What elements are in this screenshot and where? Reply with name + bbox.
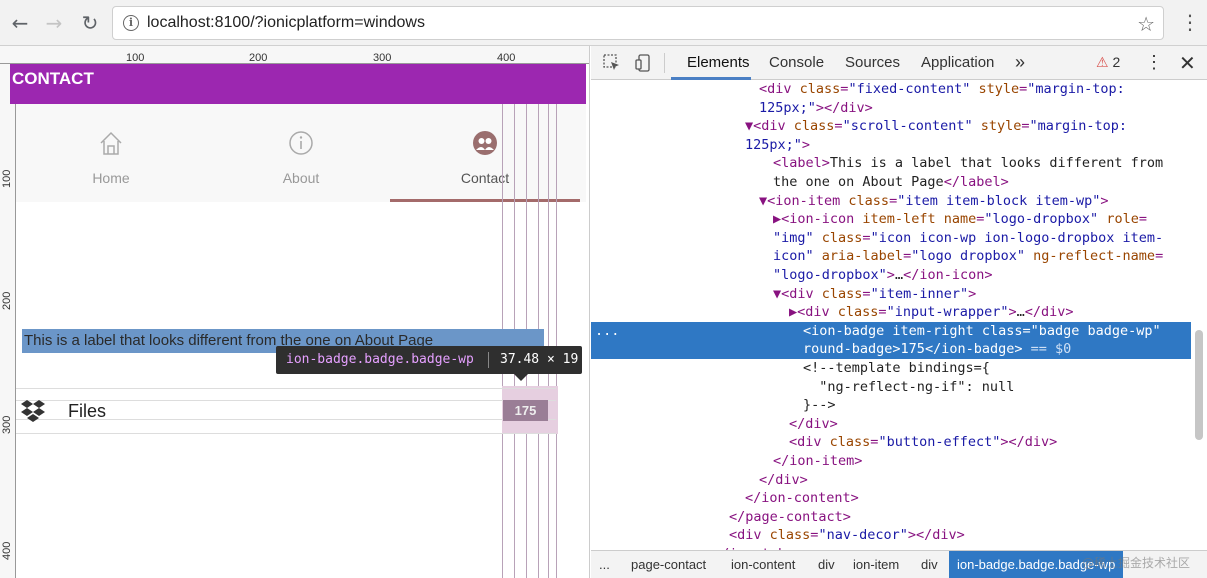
dom-node[interactable]: 125px;"> xyxy=(591,136,1191,155)
browser-menu-icon[interactable]: ⋮ xyxy=(1180,10,1200,34)
home-icon xyxy=(100,131,122,155)
dropbox-icon xyxy=(21,400,45,422)
breadcrumb-item[interactable]: div xyxy=(921,557,938,572)
dom-node[interactable]: </div> xyxy=(591,471,1191,490)
dom-node[interactable]: </page-contact> xyxy=(591,508,1191,527)
breadcrumb-item[interactable]: div xyxy=(818,557,835,572)
tooltip-selector: ion-badge.badge.badge-wp xyxy=(286,352,474,367)
breadcrumb-item[interactable]: ion-content xyxy=(731,557,795,572)
inspector-guide xyxy=(548,104,549,578)
dom-node[interactable]: <!--template bindings={ xyxy=(591,359,1191,378)
dom-node[interactable]: ▶<ion-icon item-left name="logo-dropbox"… xyxy=(591,210,1191,229)
dom-node[interactable]: "img" class="icon icon-wp ion-logo-dropb… xyxy=(591,229,1191,248)
item-label: Files xyxy=(68,401,107,421)
dom-node-selected[interactable]: round-badge>175</ion-badge> == $0 xyxy=(591,340,1191,359)
ruler-tick: 100 xyxy=(1,169,13,188)
close-icon[interactable]: ✕ xyxy=(1179,51,1196,76)
device-toolbar-icon[interactable] xyxy=(635,54,653,72)
dom-node[interactable]: ▼<ion-item class="item item-block item-w… xyxy=(591,192,1191,211)
toolbar-divider xyxy=(664,53,665,73)
ruler-tick: 300 xyxy=(373,52,392,64)
dom-node[interactable]: <div class="nav-decor"></div> xyxy=(591,526,1191,545)
dom-node-selected[interactable]: <ion-badge item-right class="badge badge… xyxy=(591,321,1191,341)
url-text[interactable]: localhost:8100/?ionicplatform=windows xyxy=(147,14,425,32)
info-icon xyxy=(289,131,313,155)
contacts-icon xyxy=(473,131,497,155)
devtools-toolbar: Elements Console Sources Application » ⚠… xyxy=(591,46,1207,80)
dom-node[interactable]: </div> xyxy=(591,415,1191,434)
dom-node[interactable]: </ion-content> xyxy=(591,489,1191,508)
warnings-indicator[interactable]: ⚠ 2 xyxy=(1096,54,1120,71)
tab-label: Contact xyxy=(460,170,510,186)
dom-node[interactable]: "ng-reflect-ng-if": null xyxy=(591,378,1191,397)
tooltip-size: 37.48 × 19 xyxy=(500,352,579,367)
more-tabs-icon[interactable]: » xyxy=(1015,52,1025,73)
dom-node[interactable]: <label>This is a label that looks differ… xyxy=(591,154,1191,173)
dom-node[interactable]: <div class="button-effect"></div> xyxy=(591,433,1191,452)
warning-count: 2 xyxy=(1112,54,1121,70)
watermark: @稀土掘金技术社区 xyxy=(1082,556,1191,570)
ruler-tick: 400 xyxy=(1,541,13,560)
breadcrumb-item[interactable]: ... xyxy=(599,557,610,572)
tab-sources[interactable]: Sources xyxy=(845,54,900,71)
breadcrumb-item[interactable]: ion-item xyxy=(853,557,899,572)
devtools-menu-icon[interactable]: ⋮ xyxy=(1145,52,1163,73)
dom-node[interactable]: <div class="fixed-content" style="margin… xyxy=(591,80,1191,99)
app-viewport: 100 200 300 400 100 200 300 400 CONTACT … xyxy=(0,46,590,578)
tooltip-divider xyxy=(488,352,489,368)
ruler-tick: 200 xyxy=(1,291,13,310)
ruler-tick: 200 xyxy=(249,52,268,64)
tab-contact[interactable]: Contact xyxy=(390,104,580,202)
forward-arrow-icon[interactable]: → xyxy=(42,11,66,35)
inspect-element-icon[interactable] xyxy=(603,54,621,72)
tab-home[interactable]: Home xyxy=(16,104,206,202)
tab-label: Home xyxy=(92,170,130,186)
tab-elements[interactable]: Elements xyxy=(687,54,750,71)
page-title: CONTACT xyxy=(12,69,94,88)
tab-about[interactable]: About xyxy=(206,104,396,202)
dom-node[interactable]: }--> xyxy=(591,396,1191,415)
tab-label: About xyxy=(282,170,320,186)
selected-node-marker: ... xyxy=(595,322,620,339)
ruler-tick: 100 xyxy=(126,52,145,64)
info-icon[interactable]: i xyxy=(123,15,139,31)
devtools-panel: Elements Console Sources Application » ⚠… xyxy=(591,46,1207,578)
scrollbar[interactable] xyxy=(1195,330,1203,440)
dom-tree[interactable]: <div class="fixed-content" style="margin… xyxy=(591,80,1191,550)
dom-node[interactable]: ▶<div class="input-wrapper">…</div> xyxy=(591,303,1191,322)
dom-node[interactable]: the one on About Page</label> xyxy=(591,173,1191,192)
tab-console[interactable]: Console xyxy=(769,54,824,71)
tab-bar: Home About Contact xyxy=(16,104,586,202)
ruler-tick: 400 xyxy=(497,52,516,64)
dom-node[interactable]: ▼<div class="scroll-content" style="marg… xyxy=(591,117,1191,136)
app-header: CONTACT xyxy=(10,64,586,104)
star-icon[interactable]: ☆ xyxy=(1137,12,1155,36)
ruler-tick: 300 xyxy=(1,415,13,434)
dom-node[interactable]: "logo-dropbox">…</ion-icon> xyxy=(591,266,1191,285)
back-arrow-icon[interactable]: ← xyxy=(8,11,32,35)
inspector-guide xyxy=(556,104,557,578)
tooltip-arrow xyxy=(514,374,528,381)
reload-icon[interactable]: ↻ xyxy=(78,11,102,35)
item-badge: 175 xyxy=(503,400,548,421)
breadcrumb-item[interactable]: page-contact xyxy=(631,557,706,572)
address-bar[interactable]: i localhost:8100/?ionicplatform=windows … xyxy=(112,6,1164,40)
ruler-vertical: 100 200 300 400 xyxy=(0,64,16,578)
dom-node[interactable]: icon" aria-label="logo dropbox" ng-refle… xyxy=(591,247,1191,266)
ruler-horizontal: 100 200 300 400 xyxy=(0,46,589,64)
dom-node[interactable]: 125px;"></div> xyxy=(591,99,1191,118)
warning-icon: ⚠ xyxy=(1096,54,1109,70)
dom-node[interactable]: ▼<div class="item-inner"> xyxy=(591,285,1191,304)
tab-application[interactable]: Application xyxy=(921,54,994,71)
inspector-tooltip: ion-badge.badge.badge-wp 37.48 × 19 xyxy=(276,346,582,374)
browser-toolbar: ← → ↻ i localhost:8100/?ionicplatform=wi… xyxy=(0,0,1207,46)
dom-node[interactable]: </ion-item> xyxy=(591,452,1191,471)
